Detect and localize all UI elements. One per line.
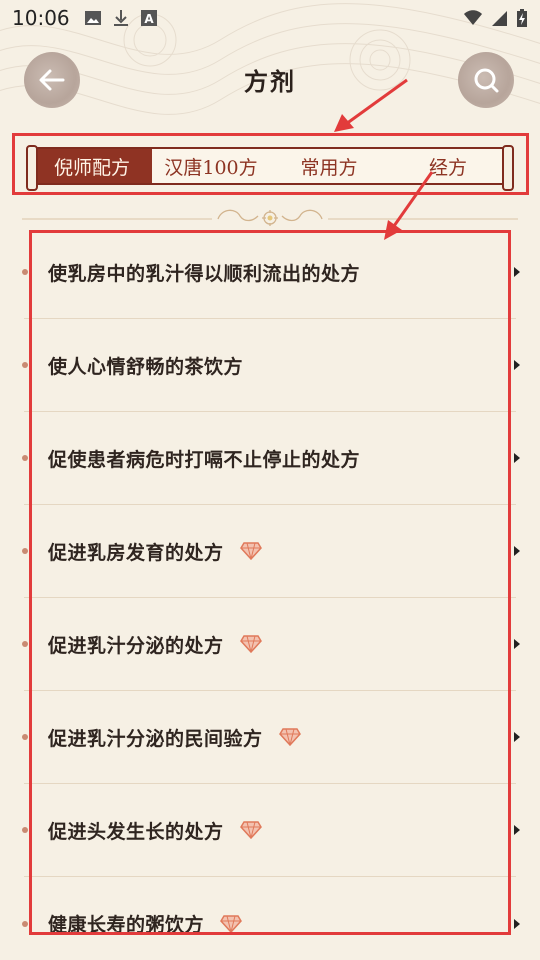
chevron-right-icon: [514, 732, 520, 742]
bullet-dot: [22, 269, 28, 275]
header: 方剂: [0, 36, 540, 122]
wifi-icon: [464, 10, 482, 25]
chevron-right-icon: [514, 639, 520, 649]
search-icon: [474, 68, 499, 93]
bullet-dot: [22, 455, 28, 461]
status-time: 10:06: [12, 6, 70, 30]
chevron-right-icon: [514, 546, 520, 556]
bullet-dot: [22, 362, 28, 368]
tab-nishi-formulas[interactable]: 倪师配方: [32, 149, 152, 183]
battery-charging-icon: [517, 9, 527, 27]
chevron-right-icon: [514, 918, 520, 929]
bullet-dot: [22, 548, 28, 554]
chevron-right-icon: [514, 825, 520, 835]
tab-common-formulas[interactable]: 常用方: [270, 149, 388, 183]
tab-classic-formulas[interactable]: 经方: [388, 149, 508, 183]
chevron-right-icon: [514, 267, 520, 277]
download-icon: [113, 10, 128, 26]
font-icon: A: [140, 10, 157, 26]
chevron-right-icon: [514, 360, 520, 370]
bullet-dot: [22, 920, 28, 927]
search-button[interactable]: [458, 52, 514, 108]
status-bar: 10:06 A: [0, 0, 540, 36]
svg-text:A: A: [144, 12, 154, 26]
bullet-dot: [22, 734, 28, 740]
bullet-dot: [22, 641, 28, 647]
list-annotation-box: [29, 230, 511, 935]
bullet-dot: [22, 827, 28, 833]
image-icon: [84, 11, 101, 25]
signal-icon: [492, 11, 507, 26]
tab-hantang-100[interactable]: 汉唐100方: [152, 149, 270, 183]
category-tabs: 倪师配方 汉唐100方 常用方 经方: [26, 145, 514, 191]
chevron-right-icon: [514, 453, 520, 463]
